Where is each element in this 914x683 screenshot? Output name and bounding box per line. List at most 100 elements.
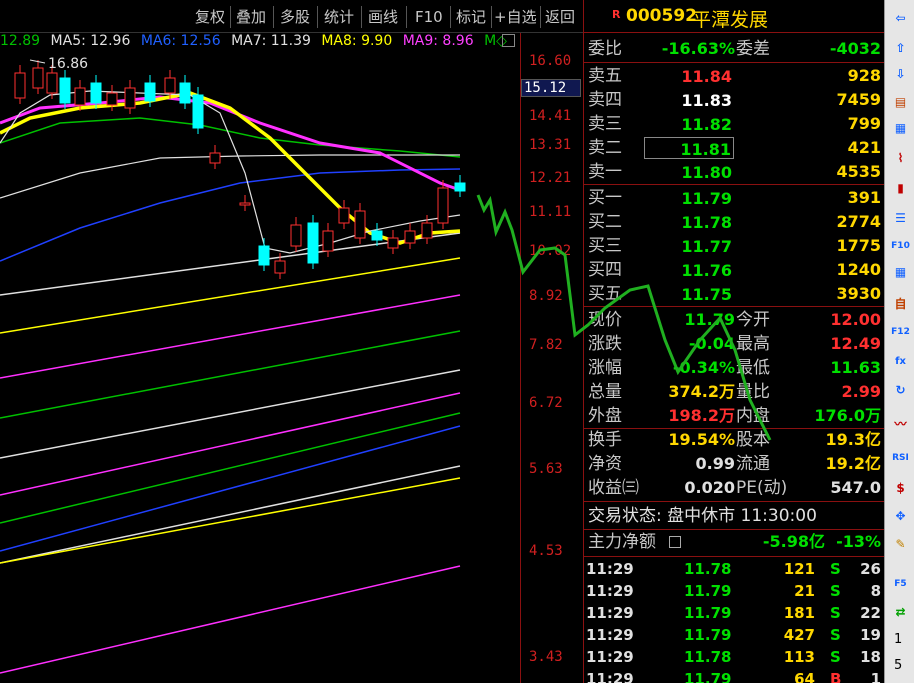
pe-value: 547.0 <box>830 478 881 497</box>
bid-price: 11.77 <box>681 237 732 256</box>
float-value: 19.2亿 <box>825 454 881 473</box>
bid-row-4[interactable]: 买四 11.76 1240 <box>584 258 885 282</box>
f12-icon[interactable]: F12 <box>890 322 911 342</box>
move-icon[interactable]: ✥ <box>890 506 911 526</box>
toolbar-divider <box>406 6 407 28</box>
main-flow-value: -5.98亿 <box>762 532 825 551</box>
stock-code[interactable]: 000592 <box>626 6 697 26</box>
kline-chart[interactable]: 16.86 <box>0 33 520 683</box>
arrow-left-icon[interactable]: ⇦ <box>890 8 911 28</box>
statistics-button[interactable]: 统计 <box>324 6 354 28</box>
list-item: 11:29 11.79 181 S 22 <box>584 602 885 624</box>
fund-row-netasset: 净资 0.99 流通 19.2亿 <box>584 452 885 476</box>
trade-price: 11.79 <box>684 626 732 644</box>
add-watchlist-button[interactable]: +自选 <box>494 6 537 28</box>
outer-label: 外盘 <box>588 406 622 426</box>
order-ratio-row: 委比 -16.63% 委差 -4032 <box>584 37 885 61</box>
arrow-down-icon[interactable]: ⇩ <box>890 64 911 84</box>
eps-label[interactable]: 收益㈢ <box>588 476 639 500</box>
mark-button[interactable]: 标记 <box>456 6 486 28</box>
trade-volume: 121 <box>783 560 815 578</box>
custom-icon[interactable]: 自 <box>890 294 911 314</box>
axis-tick: 10.02 <box>529 243 572 259</box>
draw-line-button[interactable]: 画线 <box>368 6 398 28</box>
capital-value: 19.3亿 <box>825 430 881 449</box>
trade-side: S <box>830 626 841 644</box>
f5-icon[interactable]: F5 <box>890 574 911 594</box>
ask-price: 11.81 <box>644 137 734 159</box>
grid-icon[interactable]: ▦ <box>890 118 911 138</box>
bid-volume: 391 <box>847 188 881 207</box>
eps-value: 0.020 <box>684 478 735 497</box>
candle-body <box>74 87 86 106</box>
page-number[interactable]: 5 <box>894 658 902 673</box>
main-flow-row[interactable]: 主力净额 -5.98亿 -13% <box>584 530 885 554</box>
wave-icon[interactable]: 〰 <box>890 414 911 434</box>
bid-label: 买一 <box>588 188 622 208</box>
trade-price: 11.78 <box>684 648 732 666</box>
ma-line <box>0 565 461 674</box>
toolbar-divider <box>450 6 451 28</box>
bid-row-5[interactable]: 买五 11.75 3930 <box>584 282 885 306</box>
trade-volume: 181 <box>783 604 815 622</box>
refresh-icon[interactable]: ↻ <box>890 380 911 400</box>
axis-highlight-price: 15.12 <box>521 79 581 97</box>
report-icon[interactable]: ▤ <box>890 92 911 112</box>
ma-line <box>0 154 460 199</box>
ma-line <box>0 294 461 379</box>
candle-body <box>46 72 58 94</box>
rsi-icon[interactable]: RSI <box>890 448 911 468</box>
quote-row-volume: 总量 374.2万 量比 2.99 <box>584 380 885 404</box>
table-icon[interactable]: ▦ <box>890 262 911 282</box>
list-item: 11:29 11.79 21 S 8 <box>584 580 885 602</box>
ask-row-3[interactable]: 卖三 11.82 799 <box>584 112 885 136</box>
fuquan-button[interactable]: 复权 <box>195 6 225 28</box>
bid-price: 11.78 <box>681 213 732 232</box>
main-flow-icon[interactable] <box>669 536 681 548</box>
f10-icon[interactable]: F10 <box>890 236 911 256</box>
ma9-label: MA9: 8.96 <box>402 33 474 49</box>
line-chart-icon[interactable]: ⌇ <box>890 148 911 168</box>
divider <box>584 306 885 307</box>
axis-tick: 11.11 <box>529 204 572 220</box>
multi-stock-button[interactable]: 多股 <box>280 6 310 28</box>
ask-row-5[interactable]: 卖五 11.84 928 <box>584 64 885 88</box>
axis-tick: 3.43 <box>529 649 563 665</box>
volume-ratio-label: 量比 <box>736 382 770 402</box>
overlay-button[interactable]: 叠加 <box>236 6 266 28</box>
quote-row-outer: 外盘 198.2万 内盘 176.0万 <box>584 404 885 428</box>
list-icon[interactable]: ☰ <box>890 208 911 228</box>
dollar-icon[interactable]: $ <box>890 478 911 498</box>
pe-label: PE(动) <box>736 478 788 498</box>
back-button[interactable]: 返回 <box>545 6 575 28</box>
order-diff-value: -4032 <box>829 39 881 58</box>
f10-button[interactable]: F10 <box>415 6 443 28</box>
high-value: 12.49 <box>830 334 881 353</box>
bid-row-2[interactable]: 买二 11.78 2774 <box>584 210 885 234</box>
trade-status-text: 交易状态: 盘中休市 11:30:00 <box>588 506 817 526</box>
ask-row-2[interactable]: 卖二 11.81 421 <box>584 136 885 160</box>
high-price-label: 16.86 <box>48 56 88 72</box>
bid-row-1[interactable]: 买一 11.79 391 <box>584 186 885 210</box>
bid-row-3[interactable]: 买三 11.77 1775 <box>584 234 885 258</box>
ask-row-4[interactable]: 卖四 11.83 7459 <box>584 88 885 112</box>
arrow-up-icon[interactable]: ⇧ <box>890 38 911 58</box>
switch-icon[interactable]: ⇄ <box>890 602 911 622</box>
fund-row-turnover: 换手 19.54% 股本 19.3亿 <box>584 428 885 452</box>
stock-name[interactable]: 平潭发展 <box>692 5 768 32</box>
pencil-icon[interactable]: ✎ <box>890 534 911 554</box>
divider <box>584 501 885 502</box>
candle-body <box>144 82 156 102</box>
quote-row-change: 涨跌 -0.04 最高 12.49 <box>584 332 885 356</box>
stock-header: R 000592 平潭发展 <box>584 0 884 33</box>
bid-label: 买四 <box>588 260 622 280</box>
inner-label: 内盘 <box>736 406 770 426</box>
candle-icon[interactable]: ▮ <box>890 178 911 198</box>
list-item: 11:29 11.79 64 B 1 <box>584 668 885 683</box>
legend-toggle-box[interactable] <box>502 34 515 47</box>
ask-row-1[interactable]: 卖一 11.80 4535 <box>584 160 885 184</box>
page-number[interactable]: 1 <box>894 632 902 647</box>
net-asset-label: 净资 <box>588 454 622 474</box>
function-icon[interactable]: fx <box>890 352 911 372</box>
trade-status-row: 交易状态: 盘中休市 11:30:00 <box>584 504 885 528</box>
